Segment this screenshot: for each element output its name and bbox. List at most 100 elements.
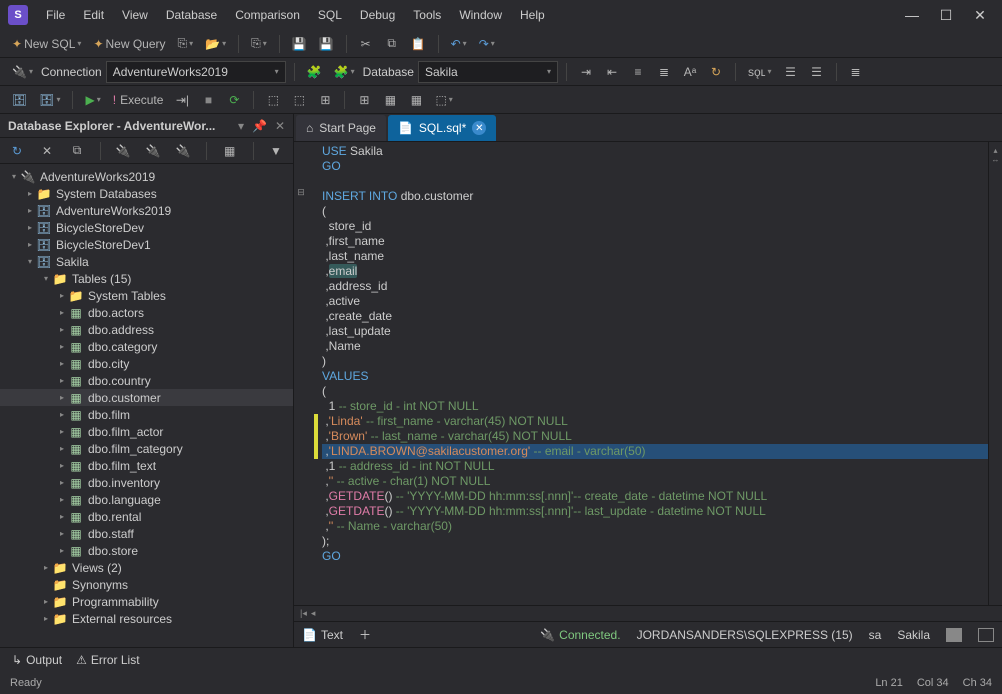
expand-icon[interactable]: ▸ xyxy=(56,393,68,402)
tool-btn-7[interactable]: ⬚▾ xyxy=(431,89,456,111)
explorer-dropdown-icon[interactable]: ▾ xyxy=(238,119,244,133)
fold-icon[interactable]: ⊟ xyxy=(294,187,308,198)
db-icon[interactable]: 🧩 xyxy=(303,61,326,83)
tree-node[interactable]: ▸▦dbo.category xyxy=(0,338,293,355)
tree-node[interactable]: ▸▦dbo.film_actor xyxy=(0,423,293,440)
expand-icon[interactable]: ▸ xyxy=(56,444,68,453)
expand-icon[interactable]: ▸ xyxy=(56,495,68,504)
code-line[interactable]: ,address_id xyxy=(314,279,988,294)
paste-button[interactable]: 📋 xyxy=(407,33,430,55)
code-editor[interactable]: ⊟ USE SakilaGO INSERT INTO dbo.customer(… xyxy=(294,142,1002,605)
menu-comparison[interactable]: Comparison xyxy=(227,4,308,26)
tree-node[interactable]: ▸📁System Tables xyxy=(0,287,293,304)
loop-button[interactable]: ⟳ xyxy=(223,89,245,111)
code-line[interactable]: ,last_update xyxy=(314,324,988,339)
menu-window[interactable]: Window xyxy=(451,4,510,26)
tree-node[interactable]: ▸▦dbo.country xyxy=(0,372,293,389)
maximize-button[interactable]: ☐ xyxy=(938,7,954,23)
code-line[interactable]: ,GETDATE() -- 'YYYY-MM-DD hh:mm:ss[.nnn]… xyxy=(314,489,988,504)
tree-node[interactable]: ▸▦dbo.rental xyxy=(0,508,293,525)
case-button[interactable]: Aᵃ xyxy=(679,61,701,83)
tree-node[interactable]: ▸▦dbo.language xyxy=(0,491,293,508)
refresh-tree-button[interactable]: ↻ xyxy=(6,140,28,162)
project-button[interactable]: ⎘▾ xyxy=(247,33,271,55)
tree-node[interactable]: ▸🗄BicycleStoreDev xyxy=(0,219,293,236)
expand-icon[interactable]: ▸ xyxy=(56,291,68,300)
editor-tab[interactable]: 📄SQL.sql*✕ xyxy=(388,115,496,141)
expand-icon[interactable]: ▸ xyxy=(24,206,36,215)
code-line[interactable]: ); xyxy=(314,534,988,549)
conn-tool-2[interactable]: 🔌 xyxy=(142,140,164,162)
code-line[interactable]: ,active xyxy=(314,294,988,309)
expand-icon[interactable]: ▸ xyxy=(40,597,52,606)
minimap-scrollbar[interactable]: ▴ ↔ xyxy=(988,142,1002,605)
tree-node[interactable]: ▸▦dbo.city xyxy=(0,355,293,372)
menu-edit[interactable]: Edit xyxy=(75,4,112,26)
expand-icon[interactable]: ▸ xyxy=(56,546,68,555)
error-list-tab[interactable]: ⚠ Error List xyxy=(76,653,139,667)
editor-tab[interactable]: ⌂Start Page xyxy=(296,115,386,141)
tool-btn-2[interactable]: ⬚ xyxy=(288,89,310,111)
tree-node[interactable]: ▸📁Programmability xyxy=(0,593,293,610)
cut-button[interactable]: ✂ xyxy=(355,33,377,55)
code-line[interactable]: GO xyxy=(314,549,988,564)
indent-right-button[interactable]: ⇤ xyxy=(601,61,623,83)
expand-icon[interactable]: ▸ xyxy=(56,478,68,487)
expand-icon[interactable]: ▸ xyxy=(56,342,68,351)
scroll-up-icon[interactable]: ▴ xyxy=(993,146,997,155)
code-line[interactable]: ,'' -- active - char(1) NOT NULL xyxy=(314,474,988,489)
tree-node[interactable]: ▸▦dbo.film_category xyxy=(0,440,293,457)
tool-btn-5[interactable]: ▦ xyxy=(379,89,401,111)
tree-node[interactable]: ▸▦dbo.store xyxy=(0,542,293,559)
tree-node[interactable]: ▸🗄BicycleStoreDev1 xyxy=(0,236,293,253)
uncomment-button[interactable]: ≣ xyxy=(653,61,675,83)
list-view-button[interactable]: ▦ xyxy=(219,140,241,162)
new-sql-button[interactable]: ✦ New SQL▾ xyxy=(8,33,85,55)
tree-node[interactable]: ▾🗄Sakila xyxy=(0,253,293,270)
tree-node[interactable]: 📁Synonyms xyxy=(0,576,293,593)
expand-icon[interactable]: ▸ xyxy=(40,563,52,572)
add-tab-button[interactable]: ＋ xyxy=(359,626,371,643)
code-line[interactable]: ( xyxy=(314,384,988,399)
step-button[interactable]: ⇥| xyxy=(171,89,193,111)
comment-button[interactable]: ≡ xyxy=(627,61,649,83)
tree-node[interactable]: ▸▦dbo.inventory xyxy=(0,474,293,491)
conn-tool-3[interactable]: 🔌 xyxy=(172,140,194,162)
filter-button[interactable]: ▼ xyxy=(265,140,287,162)
connection-combo[interactable]: AdventureWorks2019▾ xyxy=(106,61,286,83)
code-line[interactable]: GO xyxy=(314,159,988,174)
tree-node[interactable]: ▾🔌AdventureWorks2019 xyxy=(0,168,293,185)
expand-icon[interactable]: ▸ xyxy=(56,427,68,436)
expand-icon[interactable]: ▸ xyxy=(56,308,68,317)
list-button[interactable]: ≣ xyxy=(845,61,867,83)
tree-node[interactable]: ▾📁Tables (15) xyxy=(0,270,293,287)
expand-icon[interactable]: ▾ xyxy=(8,172,20,181)
minimize-button[interactable]: — xyxy=(904,7,920,23)
expand-icon[interactable]: ▸ xyxy=(40,614,52,623)
code-line[interactable]: 1 -- store_id - int NOT NULL xyxy=(314,399,988,414)
tree-node[interactable]: ▸▦dbo.customer xyxy=(0,389,293,406)
database-combo[interactable]: Sakila▾ xyxy=(418,61,558,83)
menu-sql[interactable]: SQL xyxy=(310,4,350,26)
code-line[interactable]: VALUES xyxy=(314,369,988,384)
code-line[interactable]: ,GETDATE() -- 'YYYY-MM-DD hh:mm:ss[.nnn]… xyxy=(314,504,988,519)
code-line[interactable]: ,1 -- address_id - int NOT NULL xyxy=(314,459,988,474)
expand-icon[interactable]: ▸ xyxy=(56,461,68,470)
explorer-close-icon[interactable]: ✕ xyxy=(275,119,285,133)
copy-button[interactable]: ⧉ xyxy=(381,33,403,55)
close-button[interactable]: ✕ xyxy=(972,7,988,23)
db-run-icon[interactable]: 🗄 xyxy=(8,89,31,111)
tree-node[interactable]: ▸📁System Databases xyxy=(0,185,293,202)
tool-btn-6[interactable]: ▦ xyxy=(405,89,427,111)
code-line[interactable]: ) xyxy=(314,354,988,369)
tree-node[interactable]: ▸▦dbo.address xyxy=(0,321,293,338)
view-mode-2[interactable] xyxy=(978,628,994,642)
open-button[interactable]: 📂▾ xyxy=(201,33,230,55)
save-button[interactable]: 💾 xyxy=(288,33,311,55)
new-obj-button[interactable]: ⎘▾ xyxy=(174,33,198,55)
expand-icon[interactable]: ▸ xyxy=(56,359,68,368)
scroll-left2-icon[interactable]: ◂ xyxy=(311,608,316,619)
explorer-pin-icon[interactable]: 📌 xyxy=(252,119,267,133)
tree-node[interactable]: ▸▦dbo.staff xyxy=(0,525,293,542)
code-line[interactable]: ,create_date xyxy=(314,309,988,324)
